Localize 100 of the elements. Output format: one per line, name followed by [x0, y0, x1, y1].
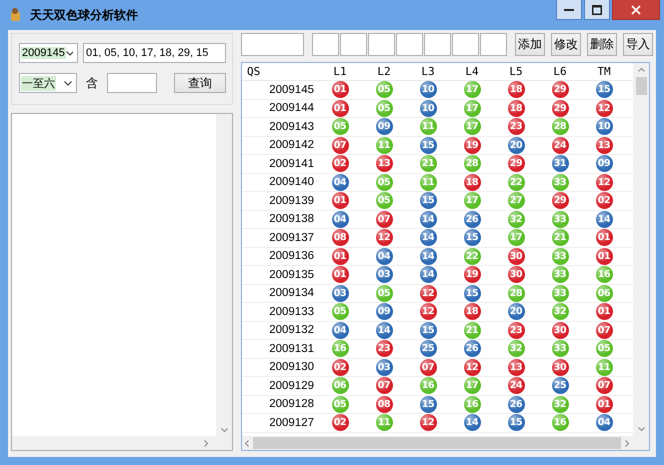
number-ball: 21	[464, 322, 480, 339]
number-ball: 23	[376, 340, 392, 358]
number-ball: 28	[508, 284, 524, 302]
number-input-field[interactable]	[368, 33, 395, 56]
scroll-left-icon	[245, 440, 249, 446]
number-ball: 22	[508, 174, 524, 191]
number-ball: 12	[464, 358, 480, 376]
number-ball: 20	[508, 303, 524, 320]
issue-input-field[interactable]	[241, 33, 304, 56]
number-ball: 07	[332, 136, 348, 154]
number-ball: 10	[420, 81, 436, 98]
number-ball: 03	[376, 358, 392, 376]
number-ball: 24	[508, 377, 524, 394]
number-ball: 33	[552, 284, 568, 302]
number-input-field[interactable]	[312, 33, 339, 56]
number-ball: 10	[596, 118, 612, 136]
number-ball: 27	[508, 192, 524, 210]
number-ball: 12	[596, 100, 612, 117]
query-button[interactable]: 查询	[174, 73, 226, 93]
chevron-down-icon	[64, 80, 72, 86]
numbers-field[interactable]: 01, 05, 10, 17, 18, 29, 15	[83, 43, 226, 63]
horizontal-scrollbar[interactable]	[12, 436, 232, 450]
number-input-field[interactable]	[396, 33, 423, 56]
number-ball: 14	[420, 229, 436, 246]
number-ball: 26	[464, 340, 480, 358]
maximize-button[interactable]	[584, 0, 610, 20]
contains-label: 含	[86, 74, 98, 92]
number-ball: 19	[464, 266, 480, 284]
number-ball: 18	[464, 174, 480, 191]
number-ball: 06	[596, 284, 612, 302]
number-ball: 07	[376, 377, 392, 394]
number-ball: 33	[552, 248, 568, 265]
issue-cell-text: 2009144	[268, 102, 315, 114]
issue-dropdown[interactable]: 2009145	[19, 43, 78, 63]
number-ball: 06	[332, 377, 348, 394]
number-ball: 01	[332, 100, 348, 117]
close-button[interactable]	[612, 0, 660, 20]
number-ball: 21	[552, 229, 568, 246]
number-ball: 13	[596, 136, 612, 154]
number-ball: 29	[552, 81, 568, 98]
close-icon	[631, 4, 641, 14]
number-ball: 28	[464, 155, 480, 172]
number-ball: 01	[332, 81, 348, 98]
issue-cell-text: 2009135	[268, 268, 315, 281]
number-input-field[interactable]	[480, 33, 507, 56]
number-ball: 30	[552, 358, 568, 376]
issue-cell-text: 2009142	[268, 139, 315, 152]
scrollbar-thumb[interactable]	[253, 437, 621, 449]
toolbar-button[interactable]: 修改	[551, 33, 581, 56]
number-ball: 30	[552, 322, 568, 339]
number-ball: 17	[464, 118, 480, 136]
number-ball: 01	[332, 248, 348, 265]
issue-cell-text: 2009143	[268, 120, 315, 133]
number-ball: 03	[332, 284, 348, 302]
number-ball: 17	[464, 100, 480, 117]
number-ball: 18	[508, 81, 524, 98]
number-ball: 01	[596, 248, 612, 265]
number-ball: 02	[332, 155, 348, 172]
issue-cell-text: 2009130	[268, 361, 315, 374]
number-ball: 19	[464, 136, 480, 154]
number-ball: 33	[552, 340, 568, 358]
number-ball: 01	[596, 396, 612, 413]
column-header: L1	[332, 65, 348, 78]
number-ball: 25	[552, 377, 568, 394]
window-title: 天天双色球分析软件	[30, 6, 139, 24]
minimize-button[interactable]	[556, 0, 582, 20]
number-ball: 01	[596, 303, 612, 320]
issue-cell-text: 2009141	[268, 158, 315, 170]
toolbar-button[interactable]: 删除	[587, 33, 617, 56]
number-ball: 05	[376, 174, 392, 191]
number-ball: 04	[332, 322, 348, 339]
number-input-field[interactable]	[424, 33, 451, 56]
vertical-scrollbar[interactable]	[633, 63, 649, 436]
number-ball: 26	[464, 210, 480, 228]
number-ball: 04	[332, 174, 348, 191]
number-input-field[interactable]	[452, 33, 479, 56]
scroll-right-icon	[204, 440, 208, 446]
range-dropdown[interactable]: 一至六	[19, 73, 77, 93]
number-ball: 23	[508, 118, 524, 136]
horizontal-scrollbar[interactable]	[242, 436, 649, 450]
issue-cell-text: 2009133	[268, 306, 315, 318]
results-text-area[interactable]	[11, 113, 233, 451]
number-input-field[interactable]	[340, 33, 367, 56]
toolbar-button[interactable]: 添加	[515, 33, 545, 56]
number-ball: 15	[420, 396, 436, 413]
scrollbar-thumb[interactable]	[636, 77, 646, 95]
number-ball: 17	[508, 229, 524, 246]
number-ball: 05	[332, 396, 348, 413]
toolbar-button[interactable]: 导入	[623, 33, 653, 56]
number-ball: 26	[508, 396, 524, 413]
number-ball: 09	[376, 303, 392, 320]
number-ball: 22	[464, 248, 480, 265]
contains-field[interactable]	[106, 73, 157, 93]
number-ball: 29	[552, 100, 568, 117]
vertical-scrollbar[interactable]	[216, 114, 232, 436]
number-ball: 15	[464, 229, 480, 246]
number-ball: 14	[420, 248, 436, 265]
number-ball: 12	[420, 414, 436, 432]
number-ball: 14	[420, 266, 436, 284]
number-ball: 15	[596, 81, 612, 98]
